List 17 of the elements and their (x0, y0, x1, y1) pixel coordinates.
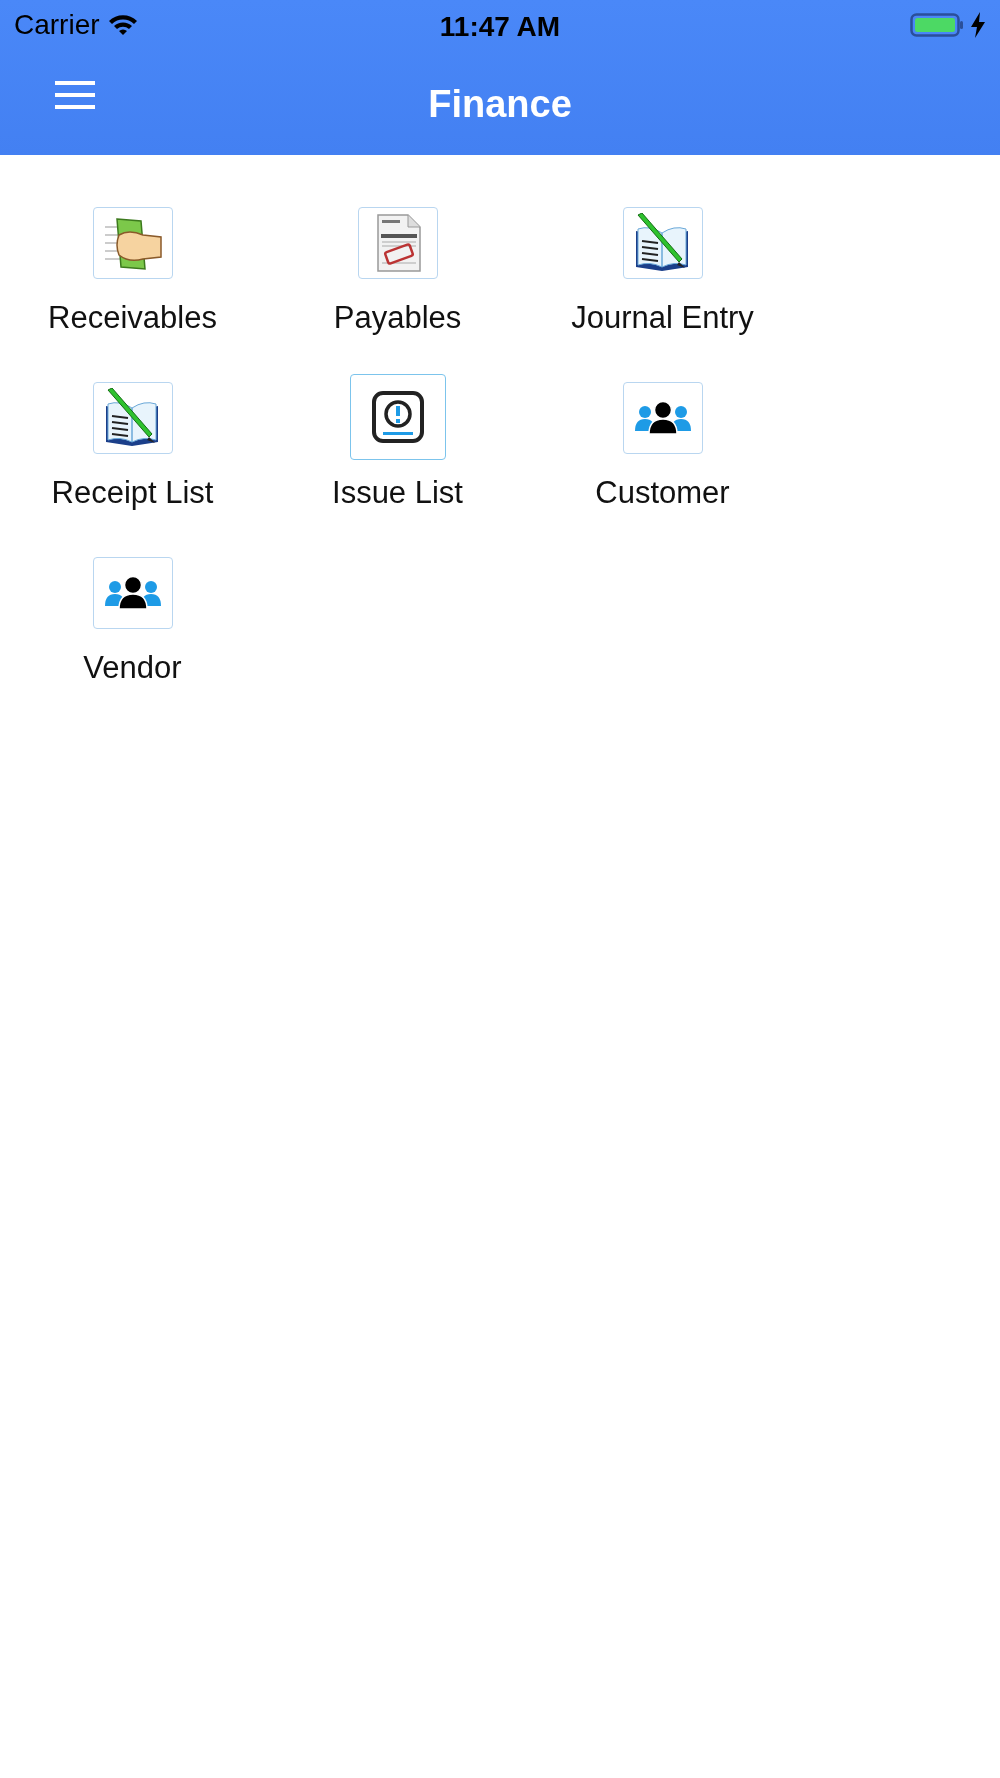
screen-title: Finance (428, 82, 572, 127)
carrier-name: Carrier (14, 8, 100, 42)
battery-icon (910, 11, 966, 39)
alert-icon (370, 390, 425, 445)
menu-tile[interactable]: Payables (265, 199, 530, 337)
menu-tile[interactable]: Receipt List (0, 374, 265, 512)
menu-tile[interactable]: Customer (530, 374, 795, 512)
clock-time: 11:47 AM (439, 11, 561, 42)
charging-bolt-icon (970, 12, 986, 38)
menu-tile[interactable]: Issue List (265, 374, 530, 512)
people-group-icon (102, 576, 163, 611)
menu-tile[interactable]: Receivables (0, 199, 265, 337)
menu-button[interactable] (55, 80, 95, 110)
menu-tile[interactable]: Journal Entry (530, 199, 795, 337)
people-group-icon (632, 401, 693, 436)
menu-tile[interactable]: Vendor (0, 549, 265, 687)
wifi-icon (107, 14, 138, 36)
